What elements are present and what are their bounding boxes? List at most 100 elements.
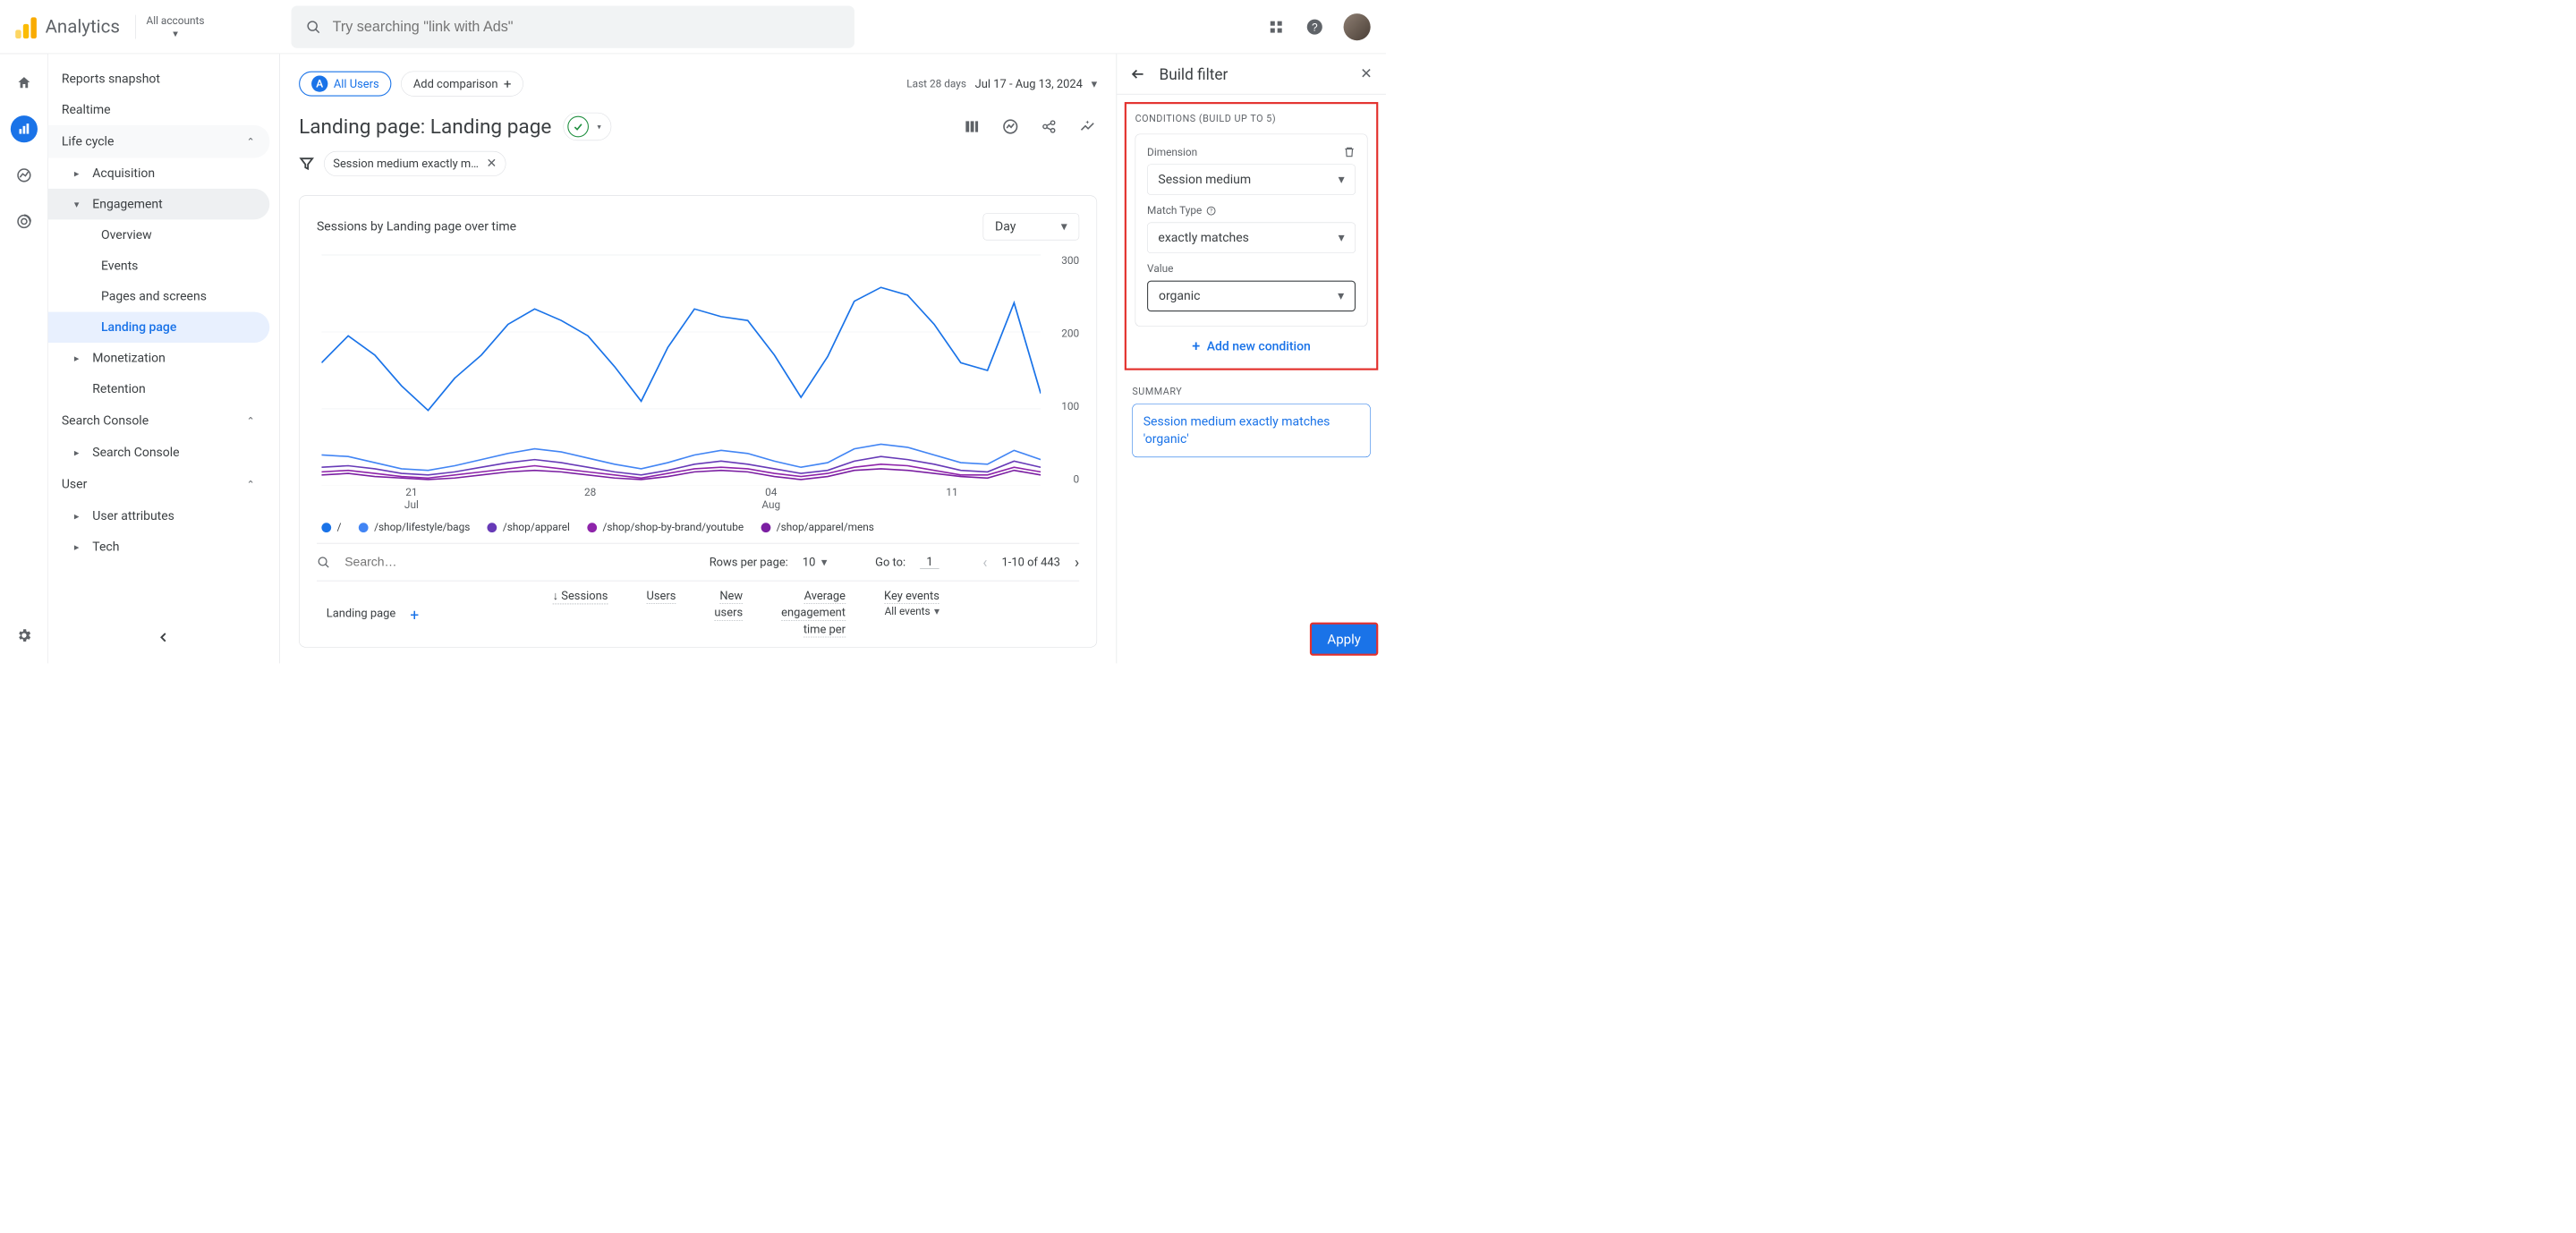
column-landing-page[interactable]: Landing page + xyxy=(317,589,529,637)
edit-comparisons-icon[interactable] xyxy=(1001,117,1021,137)
rail-advertising-icon[interactable] xyxy=(11,208,38,234)
rail-home-icon[interactable] xyxy=(11,69,38,96)
legend-dot-icon xyxy=(587,523,597,532)
legend-dot-icon xyxy=(321,523,331,532)
chevron-down-icon: ▾ xyxy=(1338,289,1344,303)
sidebar-realtime[interactable]: Realtime xyxy=(48,94,269,124)
help-icon[interactable]: ? xyxy=(1305,17,1325,37)
customize-columns-icon[interactable] xyxy=(962,117,982,137)
caret-right-icon: ▸ xyxy=(74,510,84,522)
prev-page-icon[interactable]: ‹ xyxy=(982,553,987,571)
sidebar-reports-snapshot[interactable]: Reports snapshot xyxy=(48,64,269,94)
check-circle-icon xyxy=(567,116,589,138)
conditions-header: CONDITIONS (BUILD UP TO 5) xyxy=(1135,113,1368,124)
dimension-select[interactable]: Session medium ▾ xyxy=(1147,164,1356,194)
segment-chip-all-users[interactable]: A All Users xyxy=(299,72,392,97)
chevron-up-icon: ⌃ xyxy=(246,479,256,490)
column-users[interactable]: Users xyxy=(623,589,691,637)
add-comparison-button[interactable]: Add comparison + xyxy=(401,72,523,97)
column-key-events[interactable]: Key events All events▾ xyxy=(860,589,954,637)
legend-item[interactable]: /shop/apparel xyxy=(488,522,570,533)
share-icon[interactable] xyxy=(1040,117,1059,137)
sidebar-leaf-events[interactable]: Events xyxy=(48,251,269,281)
column-avg-engagement[interactable]: Averageengagementtime per xyxy=(757,589,860,637)
chart-svg xyxy=(321,255,1041,486)
match-type-label: Match Type ? xyxy=(1147,205,1356,217)
chart-title: Sessions by Landing page over time xyxy=(317,219,516,234)
sidebar-group-label: Life cycle xyxy=(62,134,115,149)
search-bar[interactable] xyxy=(291,5,854,47)
chart-legend: / /shop/lifestyle/bags/shop/apparel/shop/… xyxy=(317,522,1079,533)
value-select[interactable]: organic ▾ xyxy=(1147,281,1356,311)
back-icon[interactable] xyxy=(1130,66,1145,81)
pagination-range: 1-10 of 443 xyxy=(1002,556,1060,569)
sidebar-item-retention[interactable]: Retention xyxy=(48,373,269,404)
sidebar-item-monetization[interactable]: ▸Monetization xyxy=(48,343,269,373)
sidebar-collapse-button[interactable] xyxy=(152,625,175,649)
table-header-row: Landing page + ↓ Sessions Users Newusers… xyxy=(317,581,1079,637)
date-range-value: Jul 17 - Aug 13, 2024 xyxy=(975,77,1083,90)
caret-right-icon: ▸ xyxy=(74,541,84,553)
sidebar-item-search-console[interactable]: ▸Search Console xyxy=(48,438,269,468)
table-search-input[interactable] xyxy=(344,555,513,570)
match-type-select[interactable]: exactly matches ▾ xyxy=(1147,223,1356,253)
delete-condition-icon[interactable] xyxy=(1343,146,1356,158)
caret-right-icon: ▸ xyxy=(74,446,84,458)
sidebar-leaf-overview[interactable]: Overview xyxy=(48,219,269,250)
filter-icon[interactable] xyxy=(299,156,314,171)
sidebar-item-engagement[interactable]: ▾Engagement xyxy=(48,189,269,219)
logo-area: Analytics All accounts ▼ xyxy=(15,14,204,38)
next-page-icon[interactable]: › xyxy=(1075,553,1079,571)
goto-input[interactable]: 1 xyxy=(920,555,939,569)
table-controls: Rows per page: 10▾ Go to: 1 ‹ 1-10 of 44… xyxy=(317,543,1079,581)
legend-item[interactable]: /shop/apparel/mens xyxy=(761,522,873,533)
apply-button[interactable]: Apply xyxy=(1310,623,1378,656)
rail-explore-icon[interactable] xyxy=(11,162,38,189)
legend-item[interactable]: /shop/lifestyle/bags xyxy=(359,522,470,533)
legend-item[interactable]: / xyxy=(321,522,341,533)
close-icon[interactable]: ✕ xyxy=(1360,65,1373,82)
sidebar-item-acquisition[interactable]: ▸Acquisition xyxy=(48,157,269,188)
legend-dot-icon xyxy=(761,523,770,532)
sidebar-item-user-attributes[interactable]: ▸User attributes xyxy=(48,501,269,531)
sidebar-leaf-landing-page[interactable]: Landing page xyxy=(48,312,269,343)
legend-item[interactable]: /shop/shop-by-brand/youtube xyxy=(587,522,744,533)
rail-admin-icon[interactable] xyxy=(11,622,38,649)
rail-reports-icon[interactable] xyxy=(11,115,38,142)
summary-chip: Session medium exactly matches 'organic' xyxy=(1132,404,1370,457)
chevron-down-icon: ▾ xyxy=(1339,231,1345,245)
sidebar-leaf-pages[interactable]: Pages and screens xyxy=(48,281,269,311)
help-circle-icon[interactable]: ? xyxy=(1206,205,1217,216)
rows-per-page-label: Rows per page: xyxy=(710,556,788,569)
chevron-down-icon: ▾ xyxy=(1339,173,1345,187)
svg-text:?: ? xyxy=(1210,207,1212,214)
data-quality-badge[interactable]: ▾ xyxy=(563,113,611,140)
caret-right-icon: ▸ xyxy=(74,353,84,364)
y-axis: 300 200 100 0 xyxy=(1046,255,1080,486)
sidebar-group-label: User xyxy=(62,477,87,491)
active-filter-chip[interactable]: Session medium exactly m… ✕ xyxy=(324,151,506,176)
user-avatar[interactable] xyxy=(1344,13,1371,40)
sidebar-group-user[interactable]: User ⌃ xyxy=(48,468,269,501)
title-row: Landing page: Landing page ▾ xyxy=(299,113,1097,140)
build-filter-panel: Build filter ✕ CONDITIONS (BUILD UP TO 5… xyxy=(1117,54,1386,663)
add-dimension-icon[interactable]: + xyxy=(410,606,425,621)
column-sessions[interactable]: ↓ Sessions xyxy=(529,589,623,637)
add-condition-button[interactable]: + Add new condition xyxy=(1135,338,1368,355)
apps-grid-icon[interactable] xyxy=(1266,17,1286,37)
account-selector[interactable]: All accounts ▼ xyxy=(135,14,204,38)
comparison-row: A All Users Add comparison + Last 28 day… xyxy=(299,68,1097,98)
sidebar-item-tech[interactable]: ▸Tech xyxy=(48,531,269,562)
sidebar-group-search-console[interactable]: Search Console ⌃ xyxy=(48,404,269,438)
granularity-select[interactable]: Day ▾ xyxy=(983,213,1080,240)
search-input[interactable] xyxy=(333,19,840,35)
search-icon xyxy=(317,556,330,569)
column-new-users[interactable]: Newusers xyxy=(691,589,758,637)
header-actions: ? xyxy=(1266,13,1370,40)
rows-per-page-select[interactable]: 10▾ xyxy=(803,556,827,569)
close-icon[interactable]: ✕ xyxy=(486,157,497,171)
sidebar-group-lifecycle[interactable]: Life cycle ⌃ xyxy=(48,125,269,158)
date-range-picker[interactable]: Last 28 days Jul 17 - Aug 13, 2024 ▾ xyxy=(906,77,1097,90)
caret-right-icon: ▸ xyxy=(74,167,84,179)
insights-icon[interactable] xyxy=(1078,117,1098,137)
